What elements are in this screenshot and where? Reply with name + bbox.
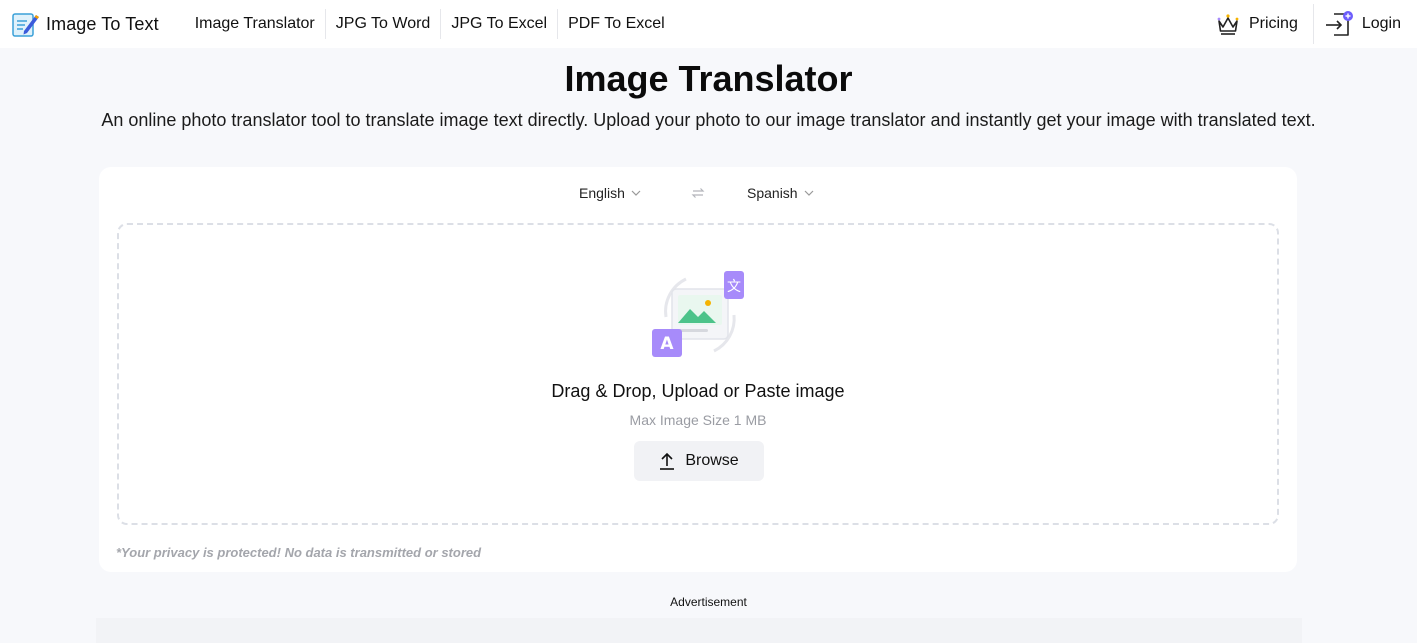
- upload-icon: [660, 452, 675, 470]
- nav-jpg-to-excel[interactable]: JPG To Excel: [441, 9, 559, 39]
- brand-logo-link[interactable]: Image To Text: [10, 0, 159, 48]
- advertisement-slot: [96, 618, 1302, 643]
- chevron-down-icon: [631, 190, 641, 196]
- source-language-value: English: [579, 185, 625, 201]
- swap-languages-button[interactable]: [691, 186, 705, 205]
- login-label: Login: [1361, 15, 1401, 32]
- pricing-link[interactable]: Pricing: [1215, 4, 1314, 44]
- svg-text:文: 文: [727, 279, 741, 295]
- brand-name: Image To Text: [46, 13, 159, 34]
- target-language-value: Spanish: [747, 185, 798, 201]
- pricing-label: Pricing: [1248, 15, 1298, 32]
- page-title: Image Translator: [564, 58, 853, 99]
- page-subtitle: An online photo translator tool to trans…: [101, 110, 1316, 130]
- language-bar: English Spanish: [99, 185, 1297, 203]
- dropzone-title: Drag & Drop, Upload or Paste image: [551, 381, 845, 401]
- nav-image-translator[interactable]: Image Translator: [185, 9, 326, 39]
- nav-pdf-to-excel[interactable]: PDF To Excel: [558, 9, 675, 39]
- swap-arrows-icon: [691, 188, 705, 198]
- translator-card: English Spanish 文 A Drag & Drop, Upload …: [99, 167, 1297, 572]
- browse-label: Browse: [685, 452, 739, 469]
- target-language-select[interactable]: Spanish: [747, 185, 814, 201]
- browse-button[interactable]: Browse: [634, 441, 764, 481]
- account-nav: Pricing Login: [1215, 0, 1417, 48]
- main-nav: Image Translator JPG To Word JPG To Exce…: [185, 0, 675, 48]
- image-dropzone[interactable]: 文 A Drag & Drop, Upload or Paste image M…: [117, 223, 1279, 525]
- notepad-pencil-icon: [12, 13, 39, 37]
- login-icon: [1325, 11, 1353, 36]
- login-link[interactable]: Login: [1314, 4, 1417, 44]
- chevron-down-icon: [804, 190, 814, 196]
- privacy-note: *Your privacy is protected! No data is t…: [116, 545, 482, 560]
- source-language-select[interactable]: English: [579, 185, 641, 201]
- svg-text:A: A: [660, 334, 674, 354]
- crown-icon: [1217, 14, 1239, 35]
- nav-jpg-to-word[interactable]: JPG To Word: [326, 9, 442, 39]
- dropzone-size-hint: Max Image Size 1 MB: [629, 412, 767, 428]
- image-translate-illustration-icon: 文 A: [652, 271, 744, 357]
- advertisement-label: Advertisement: [670, 595, 747, 609]
- top-navbar: Image To Text Image Translator JPG To Wo…: [0, 0, 1417, 48]
